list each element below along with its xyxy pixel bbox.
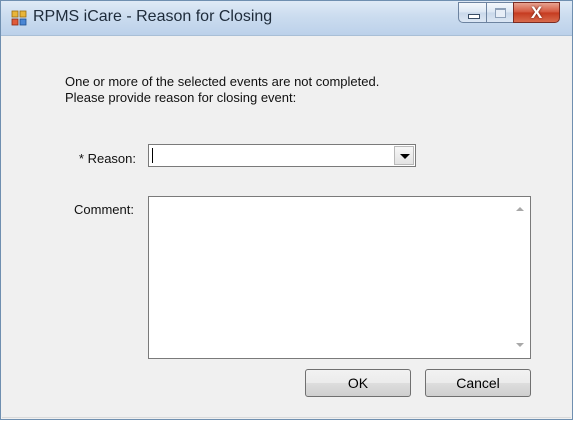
minimize-button[interactable] [458,2,486,23]
window-title: RPMS iCare - Reason for Closing [33,8,273,25]
cancel-button[interactable]: Cancel [425,369,531,397]
message-line-2: Please provide reason for closing event: [65,90,297,105]
scroll-down-arrow-icon[interactable] [516,343,524,347]
comment-textarea[interactable] [148,196,531,359]
instruction-message: One or more of the selected events are n… [65,74,379,106]
scroll-up-arrow-icon[interactable] [516,207,524,211]
maximize-icon [495,8,506,18]
text-caret [152,148,153,163]
ok-button[interactable]: OK [305,369,411,397]
caption-buttons: X [458,2,560,24]
reason-label: * Reason: [78,151,136,166]
minimize-icon [468,14,480,19]
reason-dropdown-button[interactable] [394,146,414,165]
chevron-down-icon [400,154,410,159]
comment-label: Comment: [74,202,134,217]
bottom-divider [2,417,571,418]
reason-dropdown[interactable] [148,144,416,167]
app-icon [11,10,27,26]
message-line-1: One or more of the selected events are n… [65,74,380,89]
comment-value [153,201,506,354]
comment-scrollbar[interactable] [511,197,530,358]
reason-value [152,148,391,163]
close-icon: X [530,3,543,22]
maximize-button[interactable] [486,2,513,23]
close-button[interactable]: X [513,2,560,23]
title-bar[interactable]: RPMS iCare - Reason for Closing X [1,1,572,36]
reason-for-closing-dialog: RPMS iCare - Reason for Closing X One or… [0,0,573,420]
